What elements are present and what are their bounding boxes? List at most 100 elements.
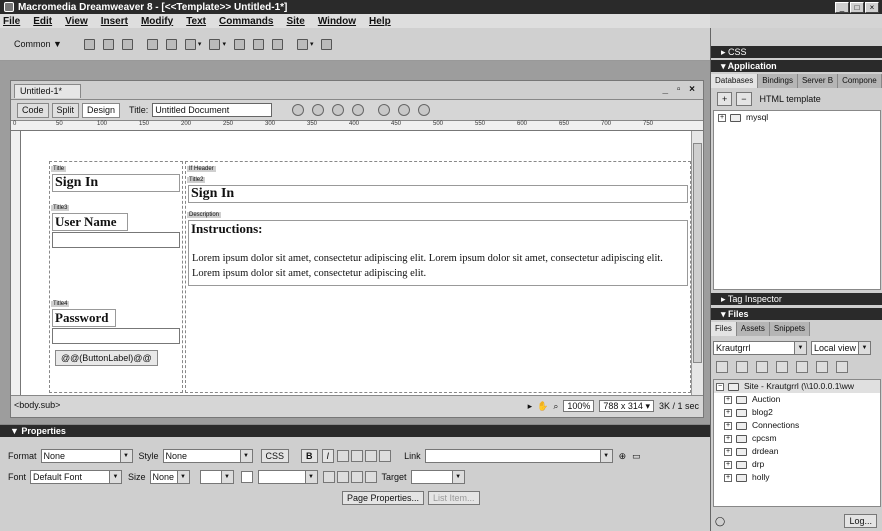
- align-right-icon[interactable]: [365, 450, 378, 462]
- align-justify-icon[interactable]: [379, 450, 392, 462]
- document-title-input[interactable]: Untitled Document: [152, 103, 273, 117]
- date-icon[interactable]: [233, 38, 245, 50]
- log-button[interactable]: Log...: [844, 514, 877, 528]
- list-item[interactable]: + holly: [714, 471, 880, 484]
- list-item[interactable]: + blog2: [714, 406, 880, 419]
- submit-button[interactable]: @@(ButtonLabel)@@: [55, 350, 158, 366]
- document-tab[interactable]: Untitled-1*: [14, 84, 82, 98]
- check-in-icon[interactable]: [816, 361, 828, 373]
- point-to-file-icon[interactable]: ⊕: [619, 451, 627, 462]
- view-select[interactable]: Local view: [811, 341, 871, 355]
- chevron-down-icon[interactable]: ▾: [222, 40, 226, 48]
- tab-files[interactable]: Files: [711, 322, 737, 336]
- media-icon[interactable]: [209, 38, 221, 50]
- format-select[interactable]: None: [40, 449, 133, 463]
- remove-database-button[interactable]: −: [736, 92, 752, 106]
- design-canvas[interactable]: Title Sign In Title3 User Name Title4 Pa…: [21, 131, 691, 395]
- vertical-scrollbar[interactable]: [691, 131, 703, 395]
- password-field[interactable]: [52, 328, 180, 344]
- add-database-button[interactable]: +: [717, 92, 733, 106]
- menu-commands[interactable]: Commands: [219, 16, 273, 27]
- expand-icon[interactable]: +: [724, 473, 732, 482]
- menu-file[interactable]: File: [3, 16, 20, 27]
- tag-inspector-header[interactable]: ▸ Tag Inspector: [711, 293, 882, 305]
- unordered-list-icon[interactable]: [322, 471, 335, 483]
- description-region[interactable]: Instructions: Lorem ipsum dolor sit amet…: [188, 220, 688, 286]
- browse-folder-icon[interactable]: ▭: [632, 451, 641, 462]
- preview-browser-icon[interactable]: [352, 104, 365, 116]
- close-button[interactable]: ×: [865, 2, 879, 13]
- zoom-tool-icon[interactable]: ⌕: [553, 401, 558, 412]
- check-out-icon[interactable]: [796, 361, 808, 373]
- site-root-item[interactable]: − Site - Krautgrrl (\\10.0.0.1\ww: [714, 380, 880, 393]
- menu-site[interactable]: Site: [286, 16, 304, 27]
- target-select[interactable]: [410, 470, 465, 484]
- tag-selector[interactable]: <body.sub>: [14, 400, 60, 410]
- menu-window[interactable]: Window: [318, 16, 356, 27]
- hyperlink-icon[interactable]: [83, 38, 95, 50]
- select-tool-icon[interactable]: ▸: [528, 401, 533, 412]
- tab-bindings[interactable]: Bindings: [758, 74, 798, 88]
- menu-text[interactable]: Text: [186, 16, 206, 27]
- menu-help[interactable]: Help: [369, 16, 391, 27]
- italic-button[interactable]: I: [321, 449, 335, 463]
- files-panel-header[interactable]: ▾ Files: [711, 308, 882, 320]
- link-input[interactable]: [424, 449, 613, 463]
- text-color-input[interactable]: [257, 470, 318, 484]
- refresh-icon[interactable]: [378, 104, 391, 116]
- expand-icon[interactable]: +: [724, 421, 732, 430]
- text-color-swatch[interactable]: [240, 471, 253, 483]
- menu-insert[interactable]: Insert: [101, 16, 128, 27]
- indent-icon[interactable]: [364, 471, 377, 483]
- align-center-icon[interactable]: [351, 450, 364, 462]
- tab-assets[interactable]: Assets: [736, 322, 770, 336]
- validate-icon[interactable]: [312, 104, 325, 116]
- design-view-button[interactable]: Design: [82, 102, 121, 118]
- expand-icon[interactable]: +: [724, 395, 732, 404]
- align-left-icon[interactable]: [337, 450, 350, 462]
- chevron-down-icon[interactable]: ▾: [310, 40, 314, 48]
- scrollbar-thumb[interactable]: [693, 143, 702, 363]
- list-item[interactable]: + cpcsm: [714, 432, 880, 445]
- properties-header[interactable]: ▼ Properties: [0, 425, 710, 437]
- sign-in-heading[interactable]: Sign In: [52, 174, 180, 192]
- expand-icon[interactable]: +: [724, 434, 732, 443]
- window-size-select[interactable]: 788 x 314 ▾: [599, 400, 654, 412]
- outdent-icon[interactable]: [350, 471, 363, 483]
- comment-icon[interactable]: [252, 38, 264, 50]
- font-select[interactable]: Default Font: [30, 470, 123, 484]
- visual-aids-icon[interactable]: [418, 104, 431, 116]
- minimize-button[interactable]: _: [835, 2, 849, 13]
- expand-icon[interactable]: +: [724, 408, 732, 417]
- user-name-label[interactable]: User Name: [52, 213, 128, 231]
- list-item[interactable]: + Auction: [714, 393, 880, 406]
- get-files-icon[interactable]: [756, 361, 768, 373]
- ordered-list-icon[interactable]: [336, 471, 349, 483]
- tag-chooser-icon[interactable]: [321, 38, 333, 50]
- application-panel-header[interactable]: ▾ Application: [711, 60, 882, 72]
- zoom-select[interactable]: 100%: [563, 400, 595, 412]
- tab-components[interactable]: Compone: [838, 74, 882, 88]
- size-select[interactable]: None: [149, 470, 190, 484]
- tab-server-behaviors[interactable]: Server B: [797, 74, 839, 88]
- password-label[interactable]: Password: [52, 309, 116, 327]
- css-button[interactable]: CSS: [260, 449, 290, 463]
- expand-icon[interactable]: +: [724, 447, 732, 456]
- site-select[interactable]: Krautgrrl: [713, 341, 807, 355]
- code-view-button[interactable]: Code: [17, 102, 49, 118]
- menu-edit[interactable]: Edit: [33, 16, 52, 27]
- document-window-controls[interactable]: _ ▫ ×: [662, 84, 698, 95]
- expand-icon[interactable]: +: [718, 113, 726, 122]
- browser-check-icon[interactable]: [292, 104, 305, 116]
- list-item-button[interactable]: List Item...: [428, 491, 480, 505]
- list-item[interactable]: + drdean: [714, 445, 880, 458]
- collapse-icon[interactable]: −: [716, 382, 724, 391]
- named-anchor-icon[interactable]: [121, 38, 133, 50]
- layer-icon[interactable]: [165, 38, 177, 50]
- menu-modify[interactable]: Modify: [141, 16, 173, 27]
- style-select[interactable]: None: [162, 449, 253, 463]
- menu-view[interactable]: View: [65, 16, 88, 27]
- sign-in-heading-2[interactable]: Sign In: [188, 185, 688, 203]
- tab-snippets[interactable]: Snippets: [769, 322, 811, 336]
- split-view-button[interactable]: Split: [51, 102, 80, 118]
